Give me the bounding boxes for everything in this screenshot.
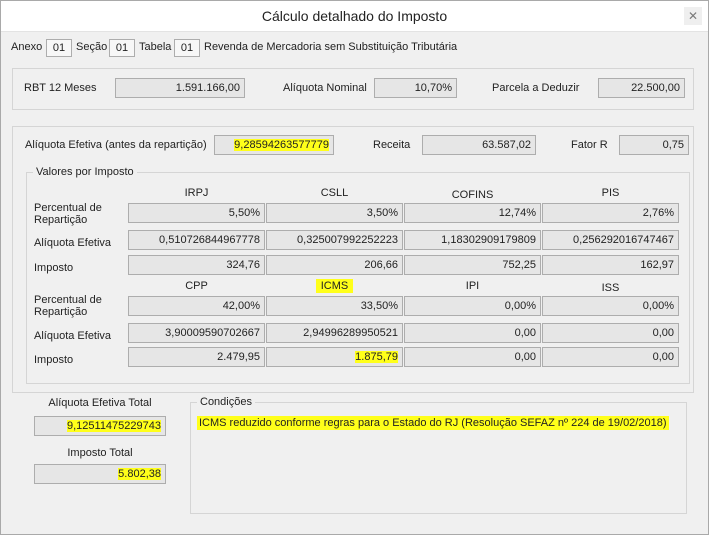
aliquota-efetiva-value: 9,28594263577779 — [234, 139, 329, 151]
aliquota-efetiva-label: Alíquota Efetiva (antes da repartição) — [25, 139, 207, 151]
dialog-window: Cálculo detalhado do Imposto ✕ Anexo 01 … — [0, 0, 709, 535]
condicoes-title: Condições — [197, 396, 255, 408]
receita-label: Receita — [373, 139, 411, 151]
iss-aliquota: 0,00 — [542, 323, 679, 343]
header-iss: ISS — [601, 282, 620, 294]
header-ipi: IPI — [465, 280, 480, 292]
iss-imposto: 0,00 — [542, 347, 679, 367]
window-title: Cálculo detalhado do Imposto — [261, 8, 448, 24]
header-pis: PIS — [601, 187, 620, 199]
pis-imposto: 162,97 — [542, 255, 679, 275]
header-icms: ICMS — [266, 279, 403, 293]
header-cofins: COFINS — [451, 189, 494, 201]
percentual-label: Percentual de Repartição — [34, 202, 102, 226]
irpj-aliquota: 0,510726844967778 — [128, 230, 265, 250]
close-icon[interactable]: ✕ — [684, 7, 702, 25]
condicoes-text: ICMS reduzido conforme regras para o Est… — [197, 416, 669, 430]
csll-percentual: 3,50% — [266, 203, 403, 223]
imposto-total-value: 5.802,38 — [118, 468, 161, 480]
secao-field: 01 — [109, 39, 135, 57]
csll-aliquota: 0,325007992252223 — [266, 230, 403, 250]
parcela-deduzir-field: 22.500,00 — [598, 78, 685, 98]
header-irpj: IRPJ — [184, 187, 209, 199]
aliquota-total-value: 9,12511475229743 — [66, 420, 161, 432]
aliquota-row-label-2: Alíquota Efetiva — [34, 330, 112, 342]
anexo-label: Anexo — [11, 41, 43, 53]
rbt-label: RBT 12 Meses — [24, 82, 97, 94]
cofins-imposto: 752,25 — [404, 255, 541, 275]
imposto-row-label-2: Imposto — [34, 354, 74, 366]
fator-r-field: 0,75 — [619, 135, 689, 155]
icms-aliquota: 2,94996289950521 — [266, 323, 403, 343]
valores-por-imposto-group: Valores por Imposto IRPJ CSLL COFINS PIS… — [26, 166, 690, 384]
cpp-aliquota: 3,90009590702667 — [128, 323, 265, 343]
irpj-percentual: 5,50% — [128, 203, 265, 223]
anexo-description: Revenda de Mercadoria sem Substituição T… — [204, 41, 458, 53]
aliquota-nominal-label: Alíquota Nominal — [283, 82, 367, 94]
aliquota-nominal-field: 10,70% — [374, 78, 457, 98]
ipi-imposto: 0,00 — [404, 347, 541, 367]
aliquota-row-label: Alíquota Efetiva — [34, 237, 112, 249]
percentual-label-2: Percentual de Repartição — [34, 294, 102, 318]
summary-panel: RBT 12 Meses 1.591.166,00 Alíquota Nomin… — [12, 68, 694, 110]
percentual-label-line2: Repartição — [34, 214, 88, 226]
tabela-field: 01 — [174, 39, 200, 57]
effective-panel: Alíquota Efetiva (antes da repartição) 9… — [12, 126, 694, 393]
rbt-field: 1.591.166,00 — [115, 78, 245, 98]
pis-aliquota: 0,256292016747467 — [542, 230, 679, 250]
header-icms-text: ICMS — [315, 279, 354, 293]
cofins-aliquota: 1,18302909179809 — [404, 230, 541, 250]
aliquota-efetiva-field: 9,28594263577779 — [214, 135, 334, 155]
icms-imposto: 1.875,79 — [266, 347, 403, 367]
icms-percentual: 33,50% — [266, 296, 403, 316]
header-csll: CSLL — [320, 187, 349, 199]
header-cpp: CPP — [185, 280, 208, 292]
cpp-percentual: 42,00% — [128, 296, 265, 316]
parcela-deduzir-label: Parcela a Deduzir — [492, 82, 580, 94]
cpp-imposto: 2.479,95 — [128, 347, 265, 367]
aliquota-total-field: 9,12511475229743 — [34, 416, 166, 436]
title-bar: Cálculo detalhado do Imposto ✕ — [1, 1, 708, 32]
ipi-aliquota: 0,00 — [404, 323, 541, 343]
irpj-imposto: 324,76 — [128, 255, 265, 275]
percentual-label-2-line1: Percentual de — [34, 294, 102, 306]
percentual-label-2-line2: Repartição — [34, 306, 88, 318]
csll-imposto: 206,66 — [266, 255, 403, 275]
aliquota-total-label: Alíquota Efetiva Total — [48, 397, 152, 409]
cofins-percentual: 12,74% — [404, 203, 541, 223]
imposto-total-field: 5.802,38 — [34, 464, 166, 484]
receita-field: 63.587,02 — [422, 135, 536, 155]
secao-label: Seção — [76, 41, 108, 53]
tabela-label: Tabela — [139, 41, 172, 53]
condicoes-group: Condições ICMS reduzido conforme regras … — [190, 396, 687, 514]
ipi-percentual: 0,00% — [404, 296, 541, 316]
icms-imposto-value: 1.875,79 — [355, 351, 398, 363]
imposto-row-label: Imposto — [34, 262, 74, 274]
anexo-field: 01 — [46, 39, 72, 57]
valores-por-imposto-title: Valores por Imposto — [33, 166, 137, 178]
iss-percentual: 0,00% — [542, 296, 679, 316]
imposto-total-label: Imposto Total — [67, 447, 133, 459]
percentual-label-line1: Percentual de — [34, 202, 102, 214]
pis-percentual: 2,76% — [542, 203, 679, 223]
fator-r-label: Fator R — [571, 139, 608, 151]
